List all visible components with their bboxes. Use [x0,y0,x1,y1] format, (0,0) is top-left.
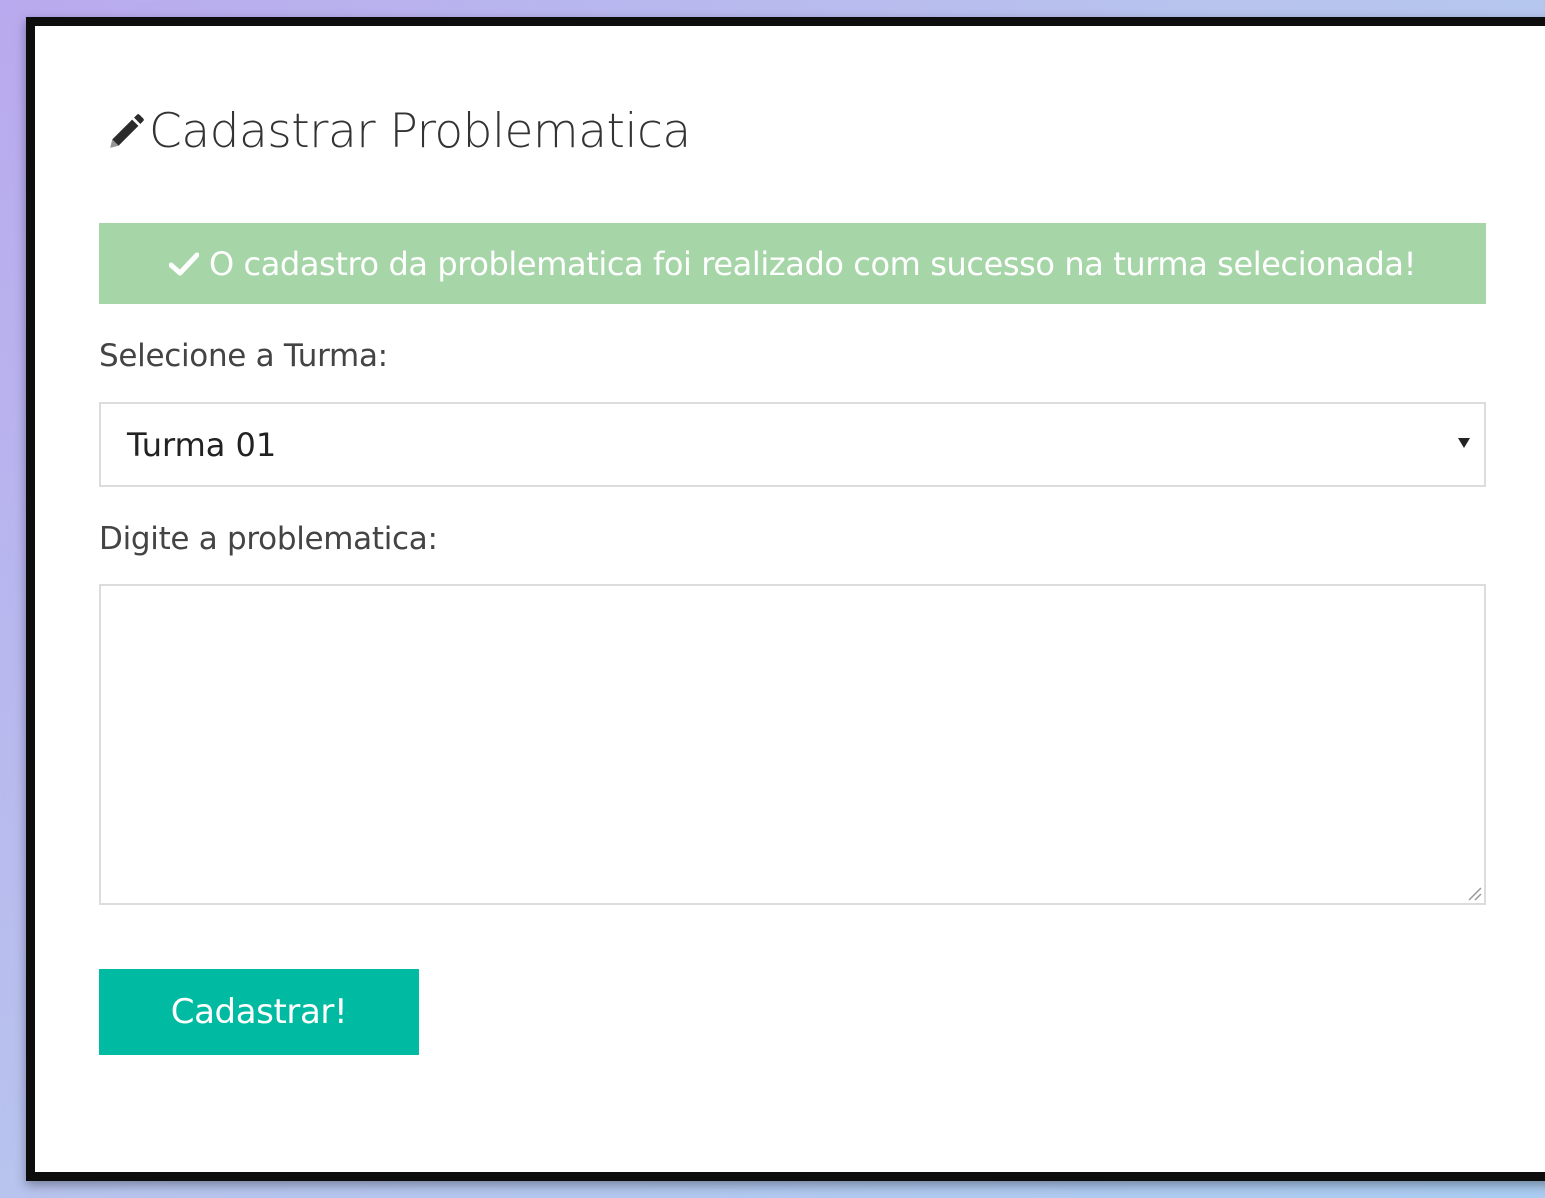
caret-down-icon [1458,438,1470,448]
turma-label: Selecione a Turma: [99,338,388,374]
cadastrar-button[interactable]: Cadastrar! [99,969,419,1055]
turma-select[interactable]: Turma 01 [99,402,1486,487]
success-alert-message: O cadastro da problematica foi realizado… [208,244,1417,283]
problematica-textarea[interactable] [99,584,1486,905]
problematica-label: Digite a problematica: [99,521,438,557]
success-alert: O cadastro da problematica foi realizado… [99,223,1486,304]
turma-select-value: Turma 01 [127,425,277,464]
form-card: Cadastrar Problematica O cadastro da pro… [26,17,1545,1181]
pencil-icon [110,113,144,148]
page-title-row: Cadastrar Problematica [105,104,691,159]
resize-grip-icon[interactable] [1464,883,1482,901]
page-title: Cadastrar Problematica [149,104,691,159]
check-icon [168,252,199,275]
